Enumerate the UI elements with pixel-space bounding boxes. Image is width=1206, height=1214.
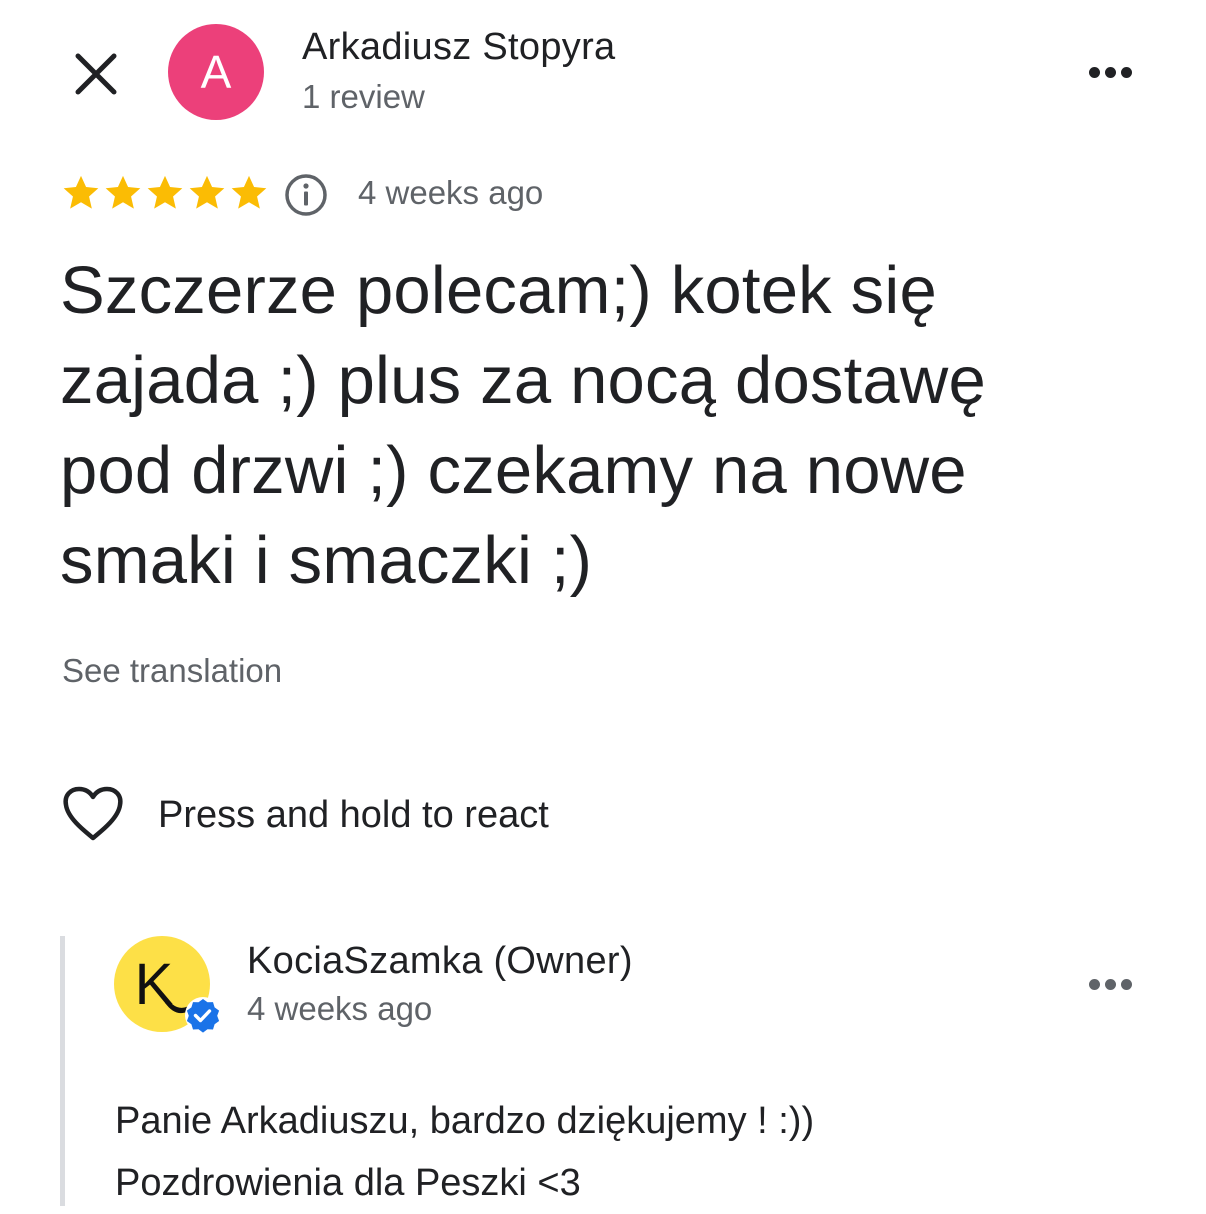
avatar-letter: A: [200, 46, 232, 98]
star-rating: [60, 172, 270, 214]
reply-text-line: Panie Arkadiuszu, bardzo dziękujemy ! :)…: [115, 1100, 815, 1142]
review-text-line: Szczerze polecam;) kotek się: [60, 253, 937, 328]
info-icon[interactable]: [283, 172, 329, 218]
review-time: 4 weeks ago: [358, 174, 544, 211]
more-horizontal-icon: [1088, 66, 1132, 78]
see-translation-link[interactable]: See translation: [62, 652, 282, 690]
verified-badge-icon: [185, 997, 221, 1033]
owner-avatar[interactable]: K: [114, 936, 221, 1033]
owner-name[interactable]: KociaSzamka (Owner): [247, 940, 633, 983]
react-button[interactable]: Press and hold to react: [60, 782, 549, 848]
reviewer-name[interactable]: Arkadiusz Stopyra: [302, 26, 615, 69]
review-text-line: pod drzwi ;) czekamy na nowe: [60, 433, 967, 508]
star-icon: [63, 175, 99, 209]
reply-indent-bar: [60, 936, 65, 1206]
reply-text-line: Pozdrowienia dla Peszki <3: [115, 1162, 581, 1204]
reply-more-options-button[interactable]: [1080, 964, 1140, 1004]
owner-reply-text: Panie Arkadiuszu, bardzo dziękujemy ! :)…: [115, 1090, 814, 1214]
more-horizontal-icon: [1088, 978, 1132, 990]
star-icon: [189, 175, 225, 209]
owner-reply-time: 4 weeks ago: [247, 990, 433, 1027]
review-count: 1 review: [302, 78, 425, 115]
reviewer-avatar[interactable]: A: [168, 24, 264, 120]
review-text-line: smaki i smaczki ;): [60, 523, 593, 598]
react-label: Press and hold to react: [158, 793, 549, 836]
more-options-button[interactable]: [1080, 52, 1140, 92]
review-text: Szczerze polecam;) kotek się zajada ;) p…: [60, 246, 1130, 606]
star-icon: [231, 175, 267, 209]
close-button[interactable]: [62, 40, 130, 108]
owner-avatar-letter: K: [135, 952, 174, 1017]
close-icon: [75, 53, 117, 95]
review-text-line: zajada ;) plus za nocą dostawę: [60, 343, 986, 418]
star-icon: [105, 175, 141, 209]
star-icon: [147, 175, 183, 209]
heart-outline-icon: [63, 786, 123, 841]
